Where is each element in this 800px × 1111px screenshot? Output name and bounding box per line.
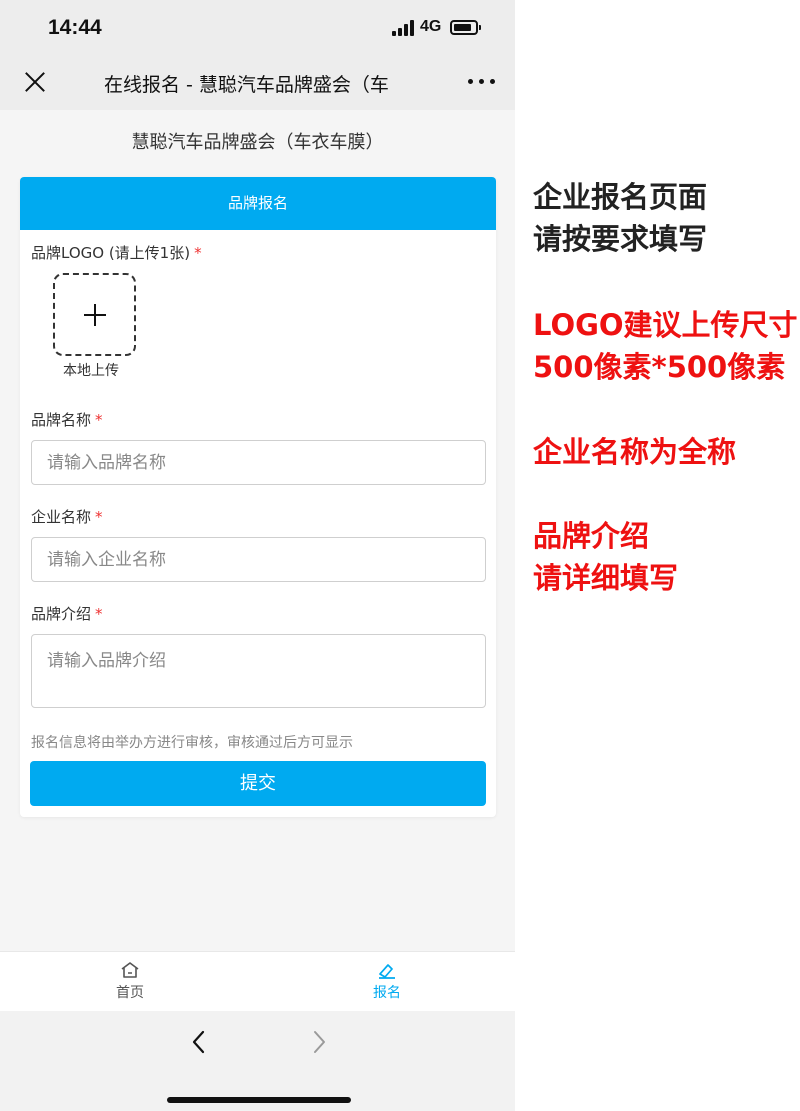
tab-signup-label: 报名: [373, 985, 401, 1001]
review-notice: 报名信息将由举办方进行审核，审核通过后方可显示: [31, 735, 353, 751]
nav-title: 在线报名 - 慧聪汽车品牌盛会（车: [104, 74, 389, 96]
required-mark: *: [194, 244, 202, 262]
close-icon[interactable]: [22, 69, 48, 95]
annotation-brand-intro: 品牌介绍 请详细填写: [533, 515, 678, 599]
annotation-line: 请详细填写: [533, 561, 679, 595]
status-time: 14:44: [48, 16, 102, 39]
brand-intro-label: 品牌介绍 *: [31, 603, 103, 624]
brand-name-label-text: 品牌名称: [31, 411, 92, 429]
signup-form: 品牌报名 品牌LOGO (请上传1张)* 本地上传 品牌名称* 企业名称* 品牌…: [20, 177, 496, 817]
required-mark: *: [95, 605, 103, 623]
phone-screen: 14:44 4G 在线报名 - 慧聪汽车品牌盛会（车 慧聪汽车品牌盛会（车衣车膜…: [0, 0, 515, 1111]
brand-intro-label-text: 品牌介绍: [31, 605, 92, 623]
required-mark: *: [95, 411, 103, 429]
battery-icon: [450, 20, 481, 35]
home-icon: [121, 962, 139, 978]
page-title: 慧聪汽车品牌盛会（车衣车膜）: [131, 132, 384, 153]
annotation-company-name: 企业名称为全称: [533, 431, 736, 473]
tab-home[interactable]: 首页: [70, 952, 190, 1012]
upload-logo-button[interactable]: [53, 273, 136, 356]
form-header: 品牌报名: [20, 177, 496, 230]
company-name-label: 企业名称 *: [31, 506, 103, 527]
required-mark: *: [95, 508, 103, 526]
brand-name-input[interactable]: [31, 440, 486, 485]
logo-label-text: 品牌LOGO (请上传1张): [31, 244, 191, 262]
signup-icon: [379, 964, 395, 979]
annotation-line: 请按要求填写: [533, 222, 708, 256]
nav-bar: 在线报名 - 慧聪汽车品牌盛会（车: [0, 55, 515, 110]
tab-home-label: 首页: [116, 985, 144, 1001]
annotation-line: 企业名称为全称: [533, 435, 737, 469]
company-name-input[interactable]: [31, 537, 486, 582]
upload-caption: 本地上传: [63, 363, 119, 379]
tab-bar: 首页 报名: [0, 951, 515, 1011]
signal-icon: [392, 20, 414, 36]
status-bar: 14:44 4G: [0, 0, 515, 55]
logo-label: 品牌LOGO (请上传1张) *: [31, 242, 202, 263]
forward-arrow-icon: [314, 1031, 325, 1053]
submit-button[interactable]: 提交: [30, 761, 486, 806]
annotation-line: LOGO建议上传尺寸: [533, 308, 798, 342]
more-icon[interactable]: [468, 79, 496, 85]
company-name-label-text: 企业名称: [31, 508, 92, 526]
back-arrow-icon[interactable]: [188, 1029, 210, 1055]
brand-name-label: 品牌名称 *: [31, 409, 103, 430]
annotation-intro: 企业报名页面 请按要求填写: [533, 176, 707, 260]
home-indicator: [167, 1097, 351, 1103]
annotation-line: 500像素*500像素: [533, 350, 786, 384]
annotation-line: 品牌介绍: [533, 519, 650, 553]
network-type: 4G: [420, 18, 442, 35]
browser-toolbar: [0, 1011, 515, 1111]
annotation-logo-size: LOGO建议上传尺寸 500像素*500像素: [533, 304, 798, 388]
brand-intro-textarea[interactable]: [31, 634, 486, 708]
tab-signup[interactable]: 报名: [327, 952, 447, 1012]
annotation-line: 企业报名页面: [533, 180, 708, 214]
